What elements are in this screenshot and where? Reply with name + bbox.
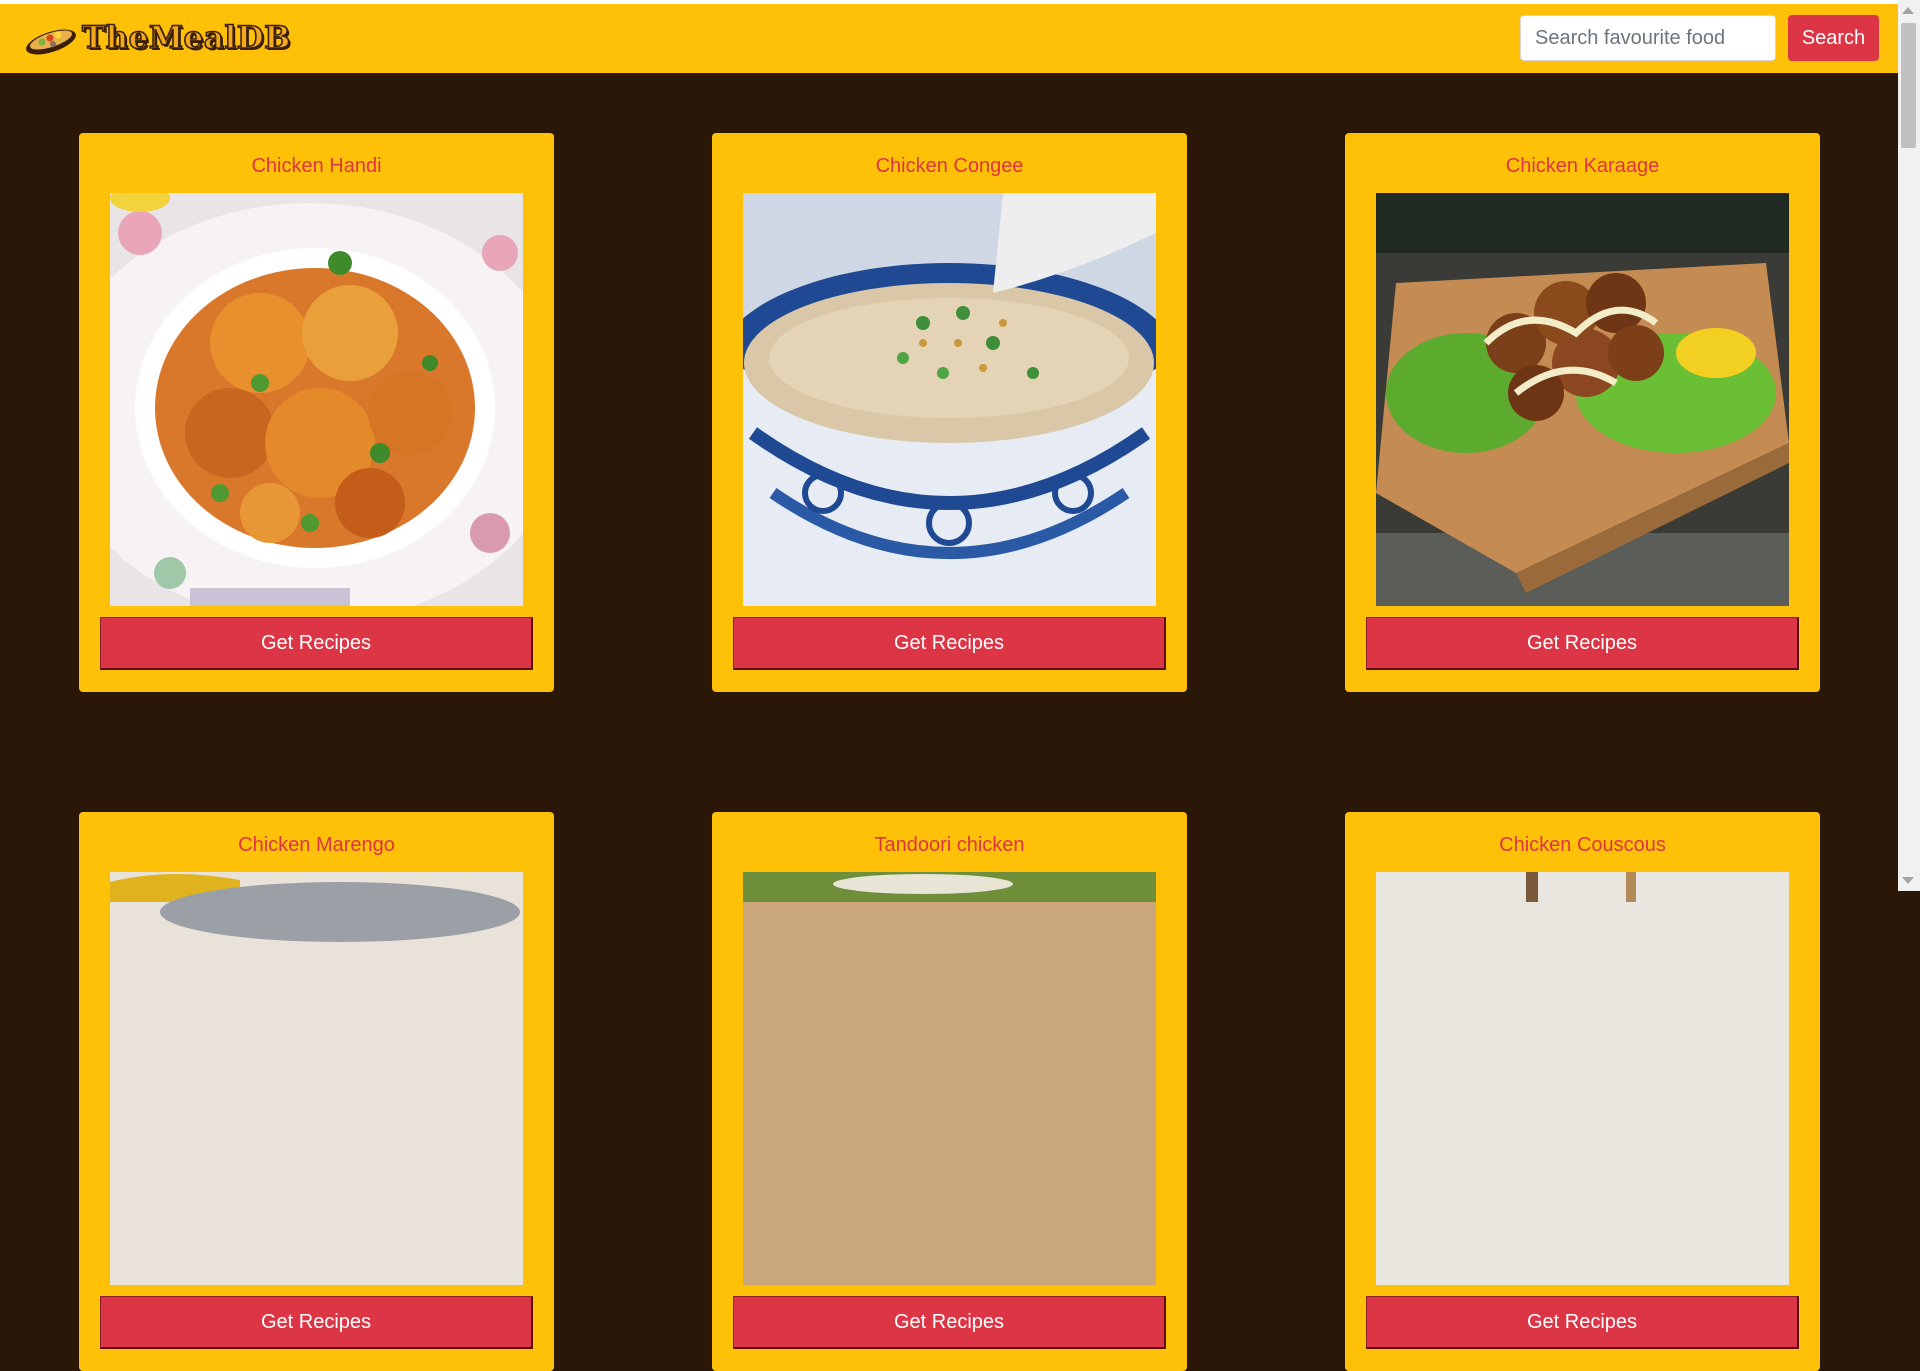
chicken-congee-photo <box>743 193 1156 606</box>
meal-image <box>743 193 1156 606</box>
scroll-down-arrow-icon[interactable] <box>1902 877 1914 884</box>
site-logo[interactable]: TheMealDB <box>22 18 291 58</box>
get-recipes-button[interactable]: Get Recipes <box>733 617 1166 670</box>
meal-card: Chicken Couscous Get Recipes <box>1345 812 1820 1371</box>
search-input[interactable] <box>1520 15 1776 61</box>
meal-image <box>1376 872 1789 1285</box>
logo-text: TheMealDB <box>81 19 291 57</box>
chicken-marengo-photo <box>110 872 523 1285</box>
food-tray-icon <box>26 29 76 55</box>
meal-title: Chicken Karaage <box>1505 155 1660 177</box>
meal-card: Chicken Marengo Get Recipes <box>79 812 554 1371</box>
meal-title: Tandoori chicken <box>874 834 1025 856</box>
get-recipes-button[interactable]: Get Recipes <box>733 1296 1166 1349</box>
scroll-up-arrow-icon[interactable] <box>1902 7 1914 14</box>
meal-title: Chicken Handi <box>251 155 382 177</box>
meal-image <box>743 872 1156 1285</box>
meal-card: Chicken Handi Get Recipes <box>79 133 554 692</box>
get-recipes-button[interactable]: Get Recipes <box>100 617 533 670</box>
meal-card: Chicken Karaage Get Recipes <box>1345 133 1820 692</box>
meal-card: Chicken Congee Get Recipes <box>712 133 1187 692</box>
chicken-handi-photo <box>110 193 523 606</box>
get-recipes-button[interactable]: Get Recipes <box>1366 1296 1799 1349</box>
get-recipes-button[interactable]: Get Recipes <box>1366 617 1799 670</box>
chicken-couscous-photo <box>1376 872 1789 1285</box>
navbar: TheMealDB Search <box>0 4 1898 73</box>
meal-image <box>110 193 523 606</box>
chicken-karaage-photo <box>1376 193 1789 606</box>
meal-title: Chicken Couscous <box>1499 834 1666 856</box>
scrollbar-thumb[interactable] <box>1901 23 1916 148</box>
meal-title: Chicken Congee <box>875 155 1024 177</box>
meal-title: Chicken Marengo <box>238 834 395 856</box>
meal-image <box>1376 193 1789 606</box>
meal-image <box>110 872 523 1285</box>
meal-card: Tandoori chicken Get Recipes <box>712 812 1187 1371</box>
get-recipes-button[interactable]: Get Recipes <box>100 1296 533 1349</box>
search-button[interactable]: Search <box>1788 15 1879 61</box>
tandoori-chicken-photo <box>743 872 1156 1285</box>
